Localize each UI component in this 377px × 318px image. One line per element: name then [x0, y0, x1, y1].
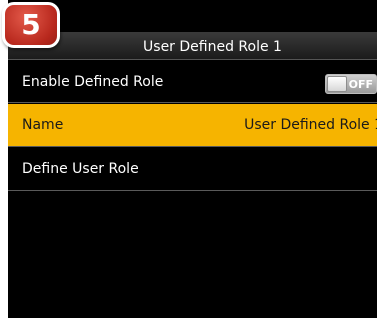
- name-row[interactable]: Name User Defined Role 1: [8, 104, 377, 147]
- toggle-knob: [327, 76, 347, 92]
- define-user-role-row[interactable]: Define User Role: [8, 148, 377, 191]
- name-label: Name: [22, 117, 64, 133]
- enable-defined-role-row[interactable]: Enable Defined Role OFF: [8, 61, 377, 103]
- name-value: User Defined Role 1: [244, 117, 377, 133]
- enable-defined-role-label: Enable Defined Role: [22, 73, 164, 90]
- define-user-role-label: Define User Role: [22, 161, 139, 177]
- enable-defined-role-toggle[interactable]: OFF: [325, 74, 377, 94]
- toggle-state-text: OFF: [348, 77, 373, 91]
- page-title: User Defined Role 1: [143, 39, 282, 55]
- step-number-badge: 5: [2, 2, 60, 48]
- step-number: 5: [21, 8, 41, 41]
- title-bar: User Defined Role 1: [8, 32, 377, 60]
